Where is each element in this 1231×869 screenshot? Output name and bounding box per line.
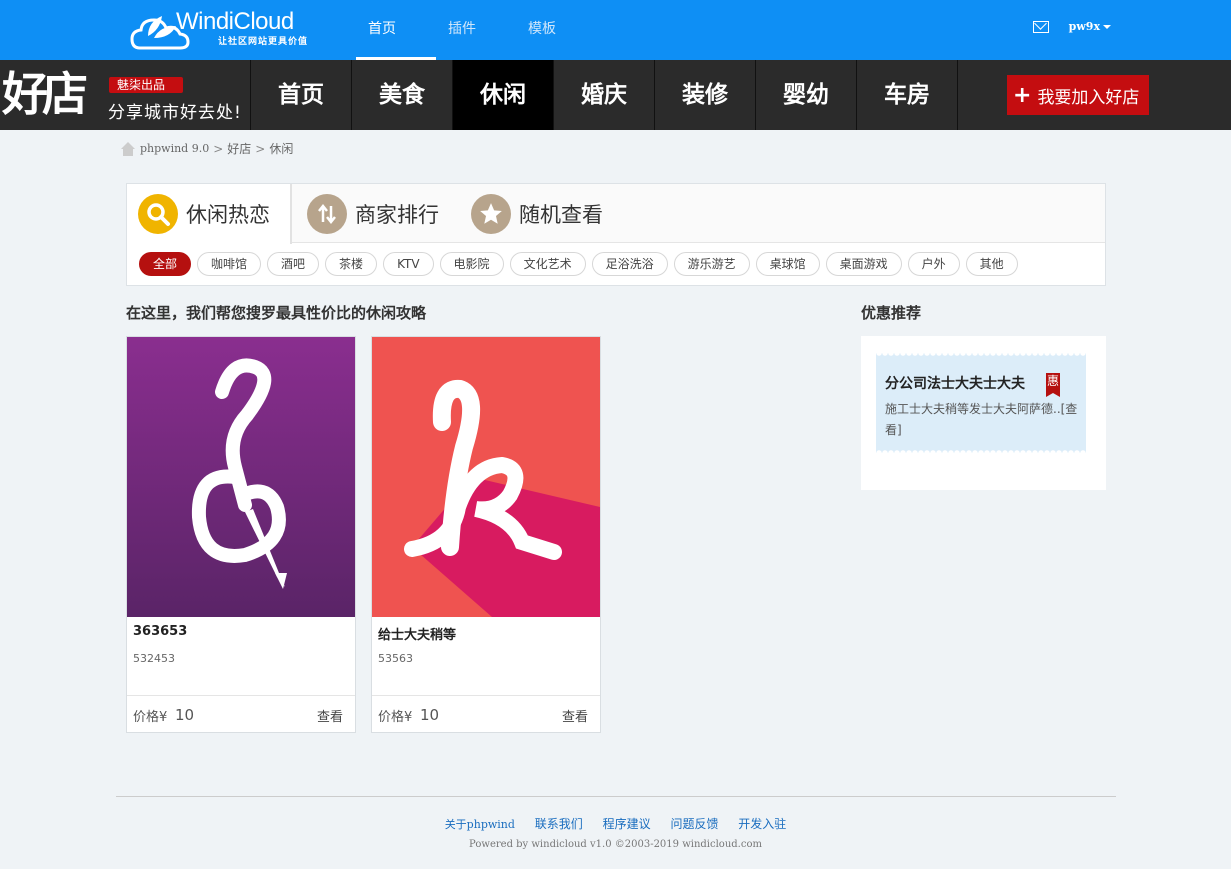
- category-baby[interactable]: 婴幼: [756, 60, 857, 130]
- filter-chip[interactable]: 咖啡馆: [197, 252, 262, 276]
- footer-link-about[interactable]: 关于phpwind: [445, 818, 515, 831]
- filter-chip[interactable]: 电影院: [439, 252, 504, 276]
- price-label: 价格¥: [378, 710, 413, 725]
- shop-image[interactable]: [127, 337, 355, 617]
- tab-label: 随机查看: [519, 202, 603, 227]
- filter-chip[interactable]: KTV: [383, 252, 434, 276]
- windicloud-logo[interactable]: WindiCloud 让社区网站更具价值: [130, 6, 310, 52]
- coupon-card[interactable]: 分公司法士大夫士大夫 惠 施工士大夫稍等发士大夫阿萨德..[查看]: [876, 353, 1086, 453]
- tab-label: 休闲热恋: [186, 203, 270, 227]
- price-value: 10: [420, 706, 440, 724]
- coupon-title[interactable]: 分公司法士大夫士大夫: [885, 373, 1025, 393]
- category-leisure[interactable]: 休闲: [453, 60, 554, 130]
- filter-chip[interactable]: 户外: [907, 252, 960, 276]
- filter-panel: 休闲热恋 商家排行 随机查看 全部 咖啡馆 酒吧 茶楼 KTV 电影院 文化艺术…: [126, 183, 1106, 286]
- shop-nav-bar: 好店 魅柒出品 分享城市好去处! 首页 美食 休闲 婚庆 装修 婴幼 车房 + …: [0, 60, 1231, 130]
- chevron-right-icon: >: [213, 141, 224, 156]
- section-heading: 在这里，我们帮您搜罗最具性价比的休闲攻略: [126, 304, 427, 322]
- chevron-right-icon: >: [255, 141, 266, 156]
- shop-badge: 魅柒出品: [109, 77, 183, 93]
- category-car-house[interactable]: 车房: [857, 60, 958, 130]
- tab-leisure-hot[interactable]: 休闲热恋: [127, 184, 292, 244]
- price-label: 价格¥: [133, 710, 168, 725]
- coupon-desc[interactable]: 施工士大夫稍等发士大夫阿萨德..[查看]: [885, 399, 1080, 441]
- join-shop-label: 我要加入好店: [1037, 87, 1140, 108]
- shop-name[interactable]: 363653: [133, 624, 187, 639]
- shop-desc: 532453: [133, 652, 175, 665]
- shop-image[interactable]: [372, 337, 600, 617]
- top-bar: WindiCloud 让社区网站更具价值 首页 插件 模板 pw9x: [0, 0, 1231, 60]
- filter-chip[interactable]: 全部: [139, 252, 192, 276]
- top-nav-plugins[interactable]: 插件: [436, 0, 516, 60]
- category-filters: 全部 咖啡馆 酒吧 茶楼 KTV 电影院 文化艺术 足浴洗浴 游乐游艺 桌球馆 …: [139, 252, 1024, 276]
- shop-logo-text: 好店: [2, 67, 88, 121]
- home-icon[interactable]: [120, 141, 136, 156]
- copyright: Powered by windicloud v1.0 ©2003-2019 wi…: [469, 839, 762, 850]
- footer-links: 关于phpwind 联系我们 程序建议 问题反馈 开发入驻: [0, 815, 1231, 832]
- promo-box: 分公司法士大夫士大夫 惠 施工士大夫稍等发士大夫阿萨德..[查看]: [861, 336, 1106, 490]
- footer-link-contact[interactable]: 联系我们: [535, 817, 583, 831]
- star-icon: [471, 193, 511, 234]
- breadcrumb-item-current: 休闲: [269, 142, 294, 156]
- shop-logo[interactable]: 好店 魅柒出品 分享城市好去处!: [0, 60, 250, 130]
- filter-chip[interactable]: 桌球馆: [755, 252, 820, 276]
- mail-icon[interactable]: [1032, 20, 1049, 33]
- search-icon: [138, 194, 178, 234]
- footer-link-suggest[interactable]: 程序建议: [603, 817, 651, 831]
- category-food[interactable]: 美食: [352, 60, 453, 130]
- sidebar-title: 优惠推荐: [861, 304, 922, 322]
- card-footer: 价格¥ 10 查看: [372, 695, 600, 732]
- plus-icon: +: [1013, 82, 1032, 108]
- discount-badge: 惠: [1046, 373, 1060, 397]
- top-nav-templates[interactable]: 模板: [516, 0, 596, 60]
- breadcrumb-item-shop[interactable]: 好店: [227, 140, 251, 157]
- filter-chip[interactable]: 游乐游艺: [673, 252, 750, 276]
- user-area: pw9x: [1032, 20, 1111, 33]
- brand-slogan: 让社区网站更具价值: [218, 37, 309, 47]
- filter-chip[interactable]: 足浴洗浴: [591, 252, 668, 276]
- shop-name[interactable]: 给士大夫稍等: [378, 624, 456, 643]
- footer-link-feedback[interactable]: 问题反馈: [670, 817, 718, 831]
- top-nav: 首页 插件 模板: [356, 0, 596, 60]
- shop-card[interactable]: 363653 532453 价格¥ 10 查看: [126, 336, 356, 733]
- filter-chip[interactable]: 文化艺术: [509, 252, 586, 276]
- breadcrumb-item-root[interactable]: phpwind 9.0: [140, 142, 209, 155]
- tab-bar: 休闲热恋 商家排行 随机查看: [127, 184, 1105, 244]
- join-shop-button[interactable]: + 我要加入好店: [1007, 75, 1149, 115]
- chevron-down-icon[interactable]: [1103, 24, 1111, 29]
- view-link[interactable]: 查看: [317, 706, 343, 725]
- shop-tagline: 分享城市好去处!: [108, 103, 242, 123]
- category-home[interactable]: 首页: [251, 60, 352, 130]
- tab-label: 商家排行: [355, 202, 439, 227]
- view-link[interactable]: 查看: [562, 706, 588, 725]
- username[interactable]: pw9x: [1069, 20, 1100, 33]
- category-wedding[interactable]: 婚庆: [554, 60, 655, 130]
- category-nav: 首页 美食 休闲 婚庆 装修 婴幼 车房: [250, 60, 958, 130]
- tab-shop-ranking[interactable]: 商家排行: [307, 184, 439, 243]
- footer-link-developer[interactable]: 开发入驻: [738, 817, 786, 831]
- filter-chip[interactable]: 茶楼: [325, 252, 378, 276]
- shop-desc: 53563: [378, 652, 413, 665]
- top-nav-home[interactable]: 首页: [356, 0, 436, 60]
- filter-chip[interactable]: 酒吧: [267, 252, 320, 276]
- filter-chip[interactable]: 桌面游戏: [825, 252, 902, 276]
- filter-chip[interactable]: 其他: [965, 252, 1018, 276]
- price-value: 10: [175, 706, 195, 724]
- card-footer: 价格¥ 10 查看: [127, 695, 355, 732]
- shop-card[interactable]: 给士大夫稍等 53563 价格¥ 10 查看: [371, 336, 601, 733]
- tab-random-view[interactable]: 随机查看: [471, 184, 603, 243]
- category-decoration[interactable]: 装修: [655, 60, 756, 130]
- sort-arrows-icon: [307, 193, 347, 234]
- footer-divider: [116, 796, 1116, 797]
- breadcrumb: phpwind 9.0 > 好店 > 休闲: [120, 140, 293, 157]
- brand-name: WindiCloud: [176, 8, 294, 35]
